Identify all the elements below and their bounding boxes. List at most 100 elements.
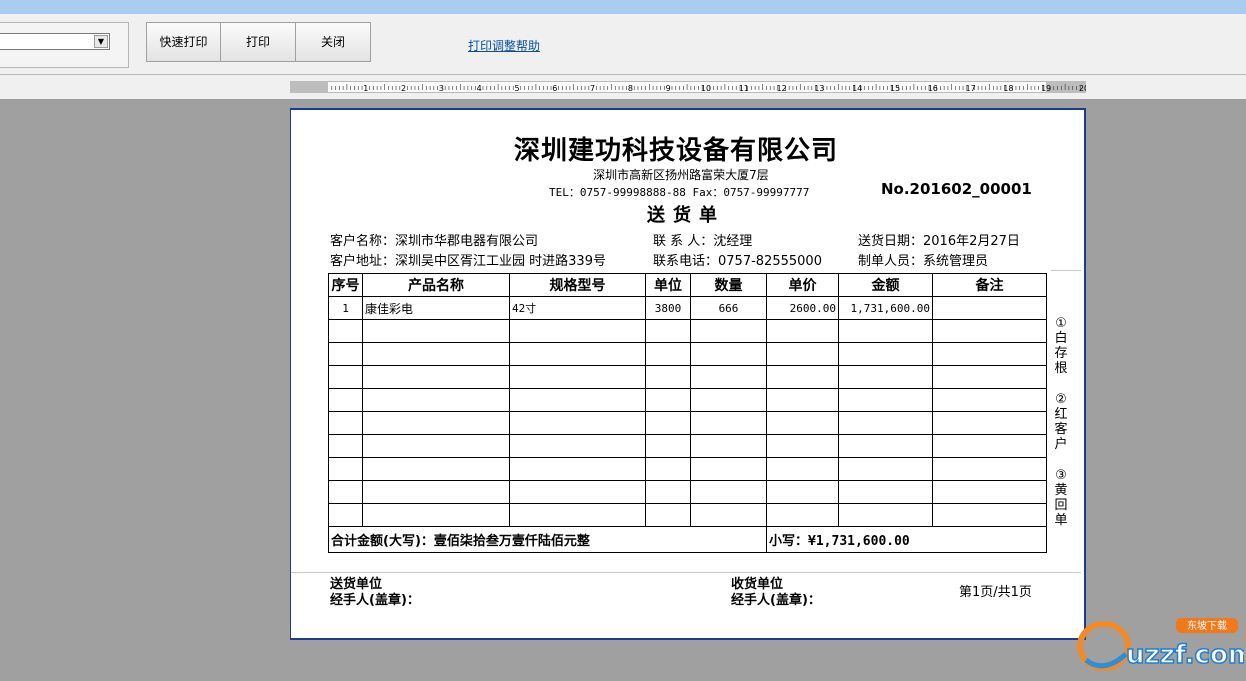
- quick-print-button[interactable]: 快速打印: [146, 22, 221, 62]
- ruler-tick-label: 7: [590, 84, 595, 93]
- ruler-tick-label: 5: [514, 84, 519, 93]
- cell-remark: [932, 411, 1047, 435]
- col-header: 序号: [328, 273, 363, 297]
- cell-unit-price: [766, 342, 839, 366]
- cell-quantity: [690, 411, 767, 435]
- cell-amount: [838, 503, 933, 527]
- cell-index: [328, 411, 363, 435]
- cell-unit-price: [766, 365, 839, 389]
- table-row: [328, 503, 1047, 527]
- ruler-tick-label: 6: [552, 84, 557, 93]
- table-row: [328, 411, 1047, 435]
- phone: 0757-82555000: [718, 254, 822, 269]
- print-adjust-help-link[interactable]: 打印调整帮助: [468, 37, 540, 54]
- cell-unit-price: [766, 319, 839, 343]
- printer-select[interactable]: ▼: [0, 33, 110, 50]
- contact-person-row: 联 系 人：沈经理: [653, 230, 752, 249]
- table-row: [328, 319, 1047, 343]
- cell-index: [328, 365, 363, 389]
- total-cn-cell: 合计金额(大写)：壹佰柒拾叁万壹仟陆佰元整: [328, 526, 767, 553]
- ruler-tick-label: 9: [666, 84, 671, 93]
- cell-index: [328, 319, 363, 343]
- cell-remark: [932, 365, 1047, 389]
- cell-amount: [838, 434, 933, 458]
- cell-index: [328, 388, 363, 412]
- cell-amount: [838, 388, 933, 412]
- cell-remark: [932, 319, 1047, 343]
- cell-remark: [932, 480, 1047, 504]
- cell-product: [362, 342, 510, 366]
- ruler-tick-label: 14: [852, 84, 862, 93]
- customer-name-label: 客户名称：: [330, 234, 396, 249]
- document-title: 送货单: [647, 205, 725, 226]
- ruler-tick-label: 11: [739, 84, 749, 93]
- table-row: [328, 480, 1047, 504]
- table-row: 1 康佳彩电 42寸 3800 666 2600.00 1,731,600.00: [328, 296, 1047, 320]
- sender-handler: 经手人(盖章)：: [330, 593, 420, 608]
- table-row: [328, 434, 1047, 458]
- table-row: [328, 342, 1047, 366]
- contact-person-label: 联 系 人：: [653, 234, 714, 249]
- cell-index: [328, 457, 363, 481]
- close-button[interactable]: 关闭: [295, 22, 371, 62]
- toolbar: ▼ 快速打印 打印 关闭 打印调整帮助: [0, 14, 1246, 75]
- col-header: 单位: [645, 273, 691, 297]
- cell-remark: [932, 503, 1047, 527]
- cell-amount: [838, 365, 933, 389]
- cell-product: [362, 365, 510, 389]
- cell-remark: [932, 296, 1047, 320]
- copy-label: ③黄回单: [1054, 468, 1068, 528]
- table-header-row: 序号 产品名称 规格型号 单位 数量 单价 金额 备注: [328, 273, 1047, 297]
- cell-unit: [645, 480, 691, 504]
- company-name: 深圳建功科技设备有限公司: [513, 136, 838, 166]
- cell-unit: [645, 365, 691, 389]
- cell-amount: [838, 457, 933, 481]
- dropdown-arrow-icon[interactable]: ▼: [94, 35, 108, 48]
- cell-unit: [645, 319, 691, 343]
- col-header: 产品名称: [362, 273, 510, 297]
- total-row: 合计金额(大写)：壹佰柒拾叁万壹仟陆佰元整 小写：¥1,731,600.00: [328, 526, 1047, 553]
- footer-separator: [291, 572, 1081, 573]
- ruler: 1234567891011121314151617181920: [290, 81, 1086, 93]
- cell-product: [362, 480, 510, 504]
- cell-unit-price: [766, 434, 839, 458]
- cell-spec: [509, 365, 646, 389]
- copy-label: ②红客户: [1054, 392, 1068, 452]
- cell-unit: [645, 411, 691, 435]
- cell-spec: [509, 388, 646, 412]
- cell-spec: 42寸: [509, 296, 646, 320]
- cell-product: [362, 457, 510, 481]
- cell-unit-price: 2600.00: [766, 296, 839, 320]
- customer-address: 深圳吴中区胥江工业园 时进路339号: [395, 254, 606, 269]
- customer-address-label: 客户地址：: [330, 254, 396, 269]
- ruler-tick-label: 15: [890, 84, 900, 93]
- contact-person: 沈经理: [713, 234, 753, 249]
- customer-name-row: 客户名称：深圳市华郡电器有限公司: [330, 230, 538, 249]
- print-button[interactable]: 打印: [220, 22, 296, 62]
- col-header: 单价: [766, 273, 839, 297]
- cell-spec: [509, 411, 646, 435]
- cell-amount: [838, 411, 933, 435]
- document-number: No.201602_00001: [881, 180, 1032, 198]
- cell-spec: [509, 434, 646, 458]
- copy-labels: ①白存根 ②红客户 ③黄回单: [1053, 316, 1069, 544]
- col-header: 数量: [690, 273, 767, 297]
- cell-quantity: [690, 365, 767, 389]
- total-cn: 壹佰柒拾叁万壹仟陆佰元整: [433, 534, 590, 549]
- ruler-tick-label: 10: [701, 84, 711, 93]
- cell-unit: [645, 457, 691, 481]
- watermark-badge: 东坡下载: [1187, 619, 1227, 632]
- total-small: ¥1,731,600.00: [808, 534, 910, 549]
- cell-product: [362, 411, 510, 435]
- cell-remark: [932, 388, 1047, 412]
- total-cn-label: 合计金额(大写)：: [331, 534, 434, 549]
- cell-product: [362, 319, 510, 343]
- ruler-tick-label: 12: [777, 84, 787, 93]
- cell-unit-price: [766, 388, 839, 412]
- phone-label: 联系电话：: [653, 254, 719, 269]
- cell-unit: [645, 434, 691, 458]
- col-header: 规格型号: [509, 273, 646, 297]
- table-row: [328, 388, 1047, 412]
- total-small-cell: 小写：¥1,731,600.00: [766, 526, 1047, 553]
- cell-quantity: 666: [690, 296, 767, 320]
